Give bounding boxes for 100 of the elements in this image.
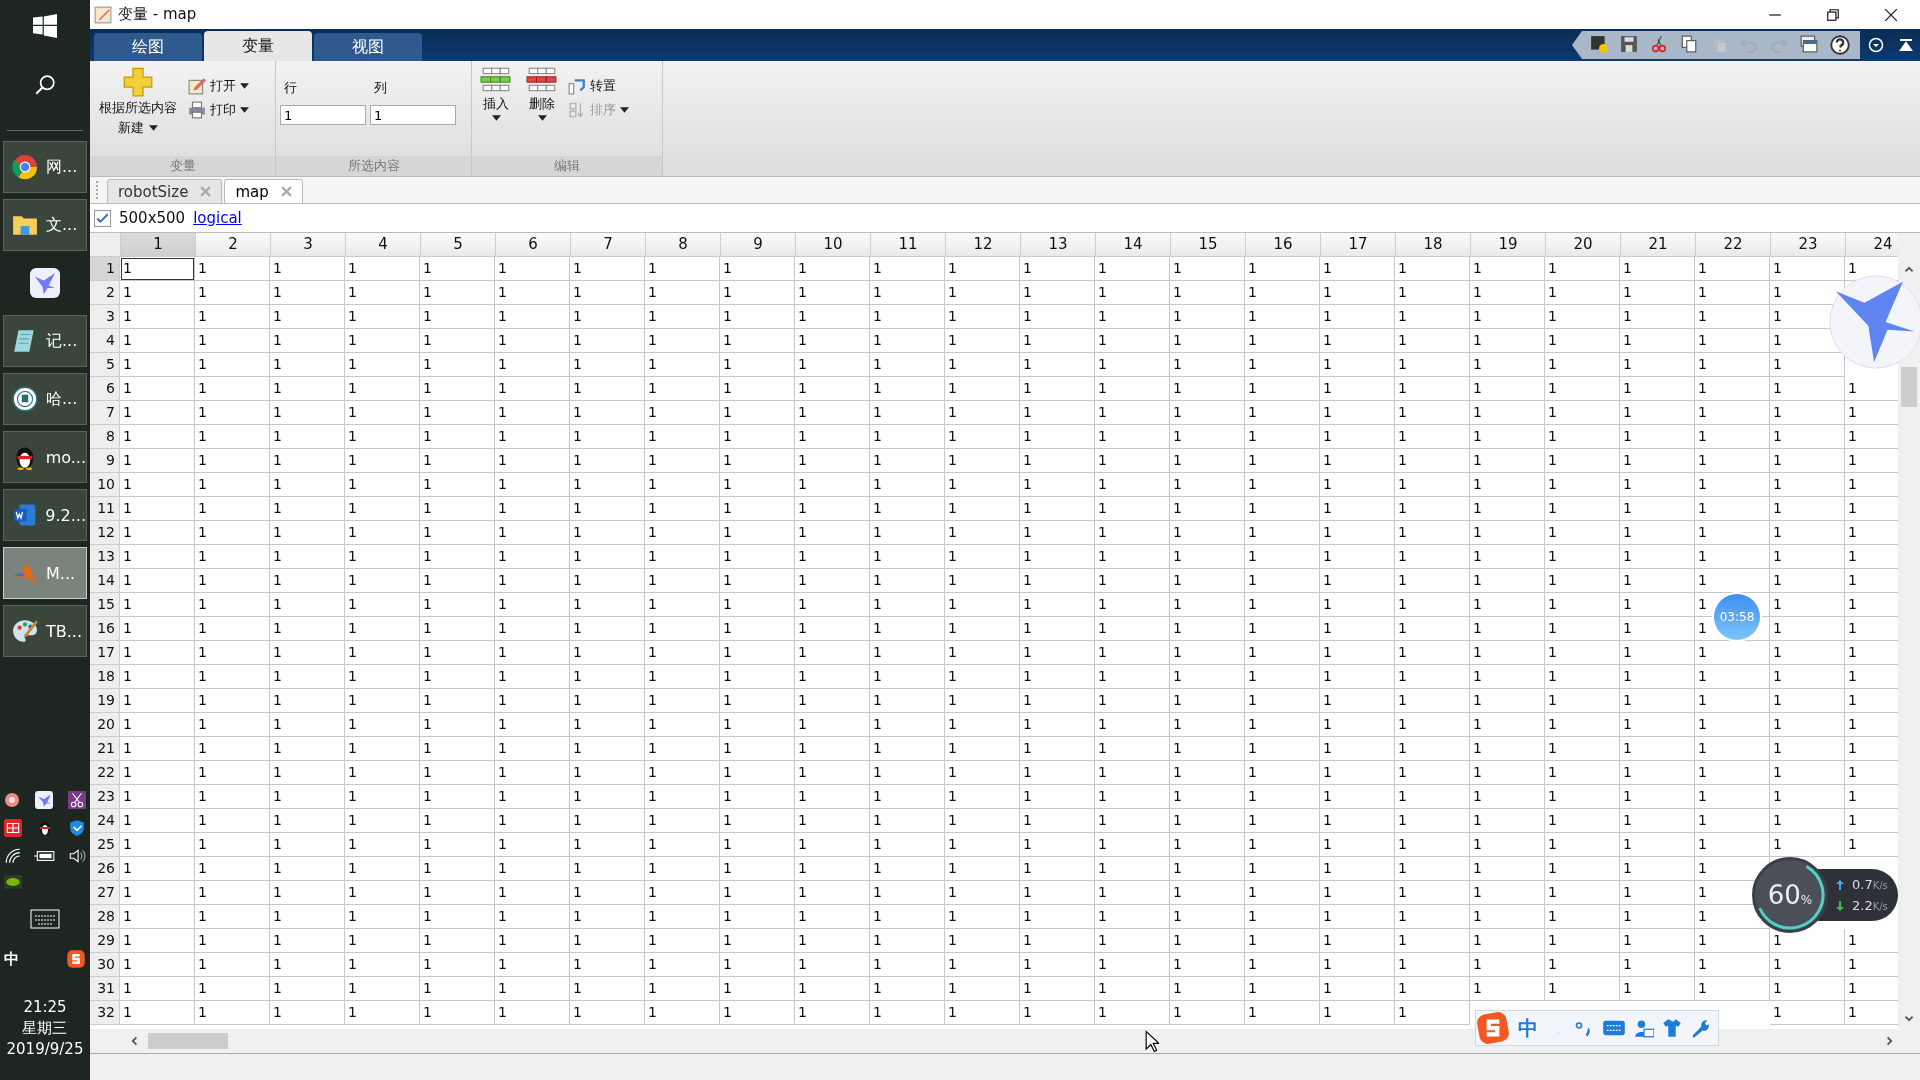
- row-header[interactable]: 14: [90, 569, 120, 593]
- ribbon-tab[interactable]: 视图: [314, 33, 422, 61]
- class-link[interactable]: logical: [193, 209, 242, 227]
- row-header[interactable]: 28: [90, 905, 120, 929]
- column-field[interactable]: 1: [370, 105, 456, 125]
- print-button[interactable]: 打印: [188, 101, 249, 119]
- ribbon-tab[interactable]: 绘图: [94, 33, 202, 61]
- shirt-icon[interactable]: [1662, 1018, 1682, 1038]
- column-header[interactable]: 5: [421, 233, 496, 257]
- column-header[interactable]: 17: [1321, 233, 1396, 257]
- row-header[interactable]: 27: [90, 881, 120, 905]
- row-header[interactable]: 13: [90, 545, 120, 569]
- taskbar-app-button[interactable]: 9.2...: [3, 489, 87, 541]
- start-icon[interactable]: [33, 14, 57, 38]
- document-tab[interactable]: map: [224, 179, 303, 203]
- row-header[interactable]: 29: [90, 929, 120, 953]
- row-header[interactable]: 11: [90, 497, 120, 521]
- column-header[interactable]: 24: [1846, 233, 1898, 257]
- row-header[interactable]: 25: [90, 833, 120, 857]
- user-icon[interactable]: [1634, 1018, 1654, 1038]
- row-header[interactable]: 31: [90, 977, 120, 1001]
- penguin-icon[interactable]: [37, 819, 53, 837]
- row-header[interactable]: 18: [90, 665, 120, 689]
- column-header[interactable]: 18: [1396, 233, 1471, 257]
- column-header[interactable]: 11: [871, 233, 946, 257]
- taskbar-app-button[interactable]: 哈...: [3, 373, 87, 425]
- keyboard-icon[interactable]: [1602, 1019, 1626, 1037]
- column-header[interactable]: 14: [1096, 233, 1171, 257]
- row-header[interactable]: 32: [90, 1001, 120, 1025]
- checkbox[interactable]: [94, 209, 111, 227]
- flower-icon[interactable]: [4, 792, 20, 808]
- row-header[interactable]: 24: [90, 809, 120, 833]
- column-header[interactable]: 3: [271, 233, 346, 257]
- column-header[interactable]: 23: [1771, 233, 1846, 257]
- new-from-selection-button[interactable]: 根据所选内容 新建: [94, 67, 182, 156]
- column-header[interactable]: 4: [346, 233, 421, 257]
- shield-icon[interactable]: [68, 819, 86, 837]
- column-header[interactable]: 6: [496, 233, 571, 257]
- help-icon[interactable]: [1830, 35, 1850, 55]
- transpose-button[interactable]: 转置: [568, 77, 629, 95]
- column-header[interactable]: 13: [1021, 233, 1096, 257]
- input-mode-toggle[interactable]: 中: [1518, 1014, 1538, 1042]
- shortcut-icon[interactable]: [1590, 35, 1608, 53]
- open-button[interactable]: 打开: [188, 77, 249, 95]
- row-header[interactable]: 19: [90, 689, 120, 713]
- vertical-scrollbar[interactable]: [1898, 233, 1920, 1029]
- row-header[interactable]: 12: [90, 521, 120, 545]
- dropdown-icon[interactable]: [1868, 37, 1884, 53]
- row-header[interactable]: 20: [90, 713, 120, 737]
- row-field[interactable]: 1: [280, 105, 366, 125]
- taskbar-app-button[interactable]: mo...: [3, 431, 87, 483]
- row-header[interactable]: 4: [90, 329, 120, 353]
- mail-icon[interactable]: [4, 819, 22, 837]
- taskbar-app-button[interactable]: M...: [3, 547, 87, 599]
- taskbar-app-button[interactable]: 网...: [3, 141, 87, 193]
- column-header[interactable]: 8: [646, 233, 721, 257]
- row-header[interactable]: 26: [90, 857, 120, 881]
- column-header[interactable]: 1: [121, 233, 196, 257]
- clock[interactable]: 21:25 星期三 2019/9/25: [6, 997, 84, 1060]
- column-header[interactable]: 16: [1246, 233, 1321, 257]
- taskbar-app-button[interactable]: TB...: [3, 605, 87, 657]
- eye-icon[interactable]: [4, 875, 22, 889]
- wrench-icon[interactable]: [1690, 1018, 1710, 1038]
- row-header[interactable]: 23: [90, 785, 120, 809]
- row-header[interactable]: 16: [90, 617, 120, 641]
- row-header[interactable]: 15: [90, 593, 120, 617]
- close-icon[interactable]: [1884, 7, 1898, 22]
- column-header[interactable]: 12: [946, 233, 1021, 257]
- column-header[interactable]: 9: [721, 233, 796, 257]
- ribbon-tab[interactable]: 变量: [204, 31, 312, 61]
- search-icon[interactable]: [34, 74, 56, 96]
- taskbar-app-button[interactable]: 记...: [3, 315, 87, 367]
- save-icon[interactable]: [1620, 35, 1638, 53]
- battery-icon[interactable]: [34, 849, 56, 863]
- row-header[interactable]: 10: [90, 473, 120, 497]
- row-header[interactable]: 1: [90, 257, 120, 281]
- row-header[interactable]: 3: [90, 305, 120, 329]
- windows-icon[interactable]: [1800, 35, 1818, 53]
- row-header[interactable]: 2: [90, 281, 120, 305]
- copy-icon[interactable]: [1680, 35, 1698, 53]
- column-header[interactable]: 10: [796, 233, 871, 257]
- row-header[interactable]: 9: [90, 449, 120, 473]
- row-header[interactable]: 8: [90, 425, 120, 449]
- floating-bird-widget[interactable]: [1828, 274, 1920, 370]
- scrollbar-thumb[interactable]: [148, 1033, 228, 1049]
- column-header[interactable]: 22: [1696, 233, 1771, 257]
- scissors-icon[interactable]: [68, 791, 86, 809]
- document-tab[interactable]: robotSize: [107, 179, 223, 203]
- row-header[interactable]: 21: [90, 737, 120, 761]
- speaker-icon[interactable]: [68, 847, 86, 865]
- row-header[interactable]: 7: [90, 401, 120, 425]
- column-header[interactable]: 20: [1546, 233, 1621, 257]
- input-method-indicator[interactable]: 中: [4, 949, 19, 969]
- scrollbar-thumb[interactable]: [1901, 367, 1917, 407]
- taskbar-app-button[interactable]: 文...: [3, 199, 87, 251]
- row-header[interactable]: 30: [90, 953, 120, 977]
- delete-button[interactable]: 删除: [522, 67, 562, 156]
- row-header[interactable]: 22: [90, 761, 120, 785]
- column-header[interactable]: 2: [196, 233, 271, 257]
- column-header[interactable]: 21: [1621, 233, 1696, 257]
